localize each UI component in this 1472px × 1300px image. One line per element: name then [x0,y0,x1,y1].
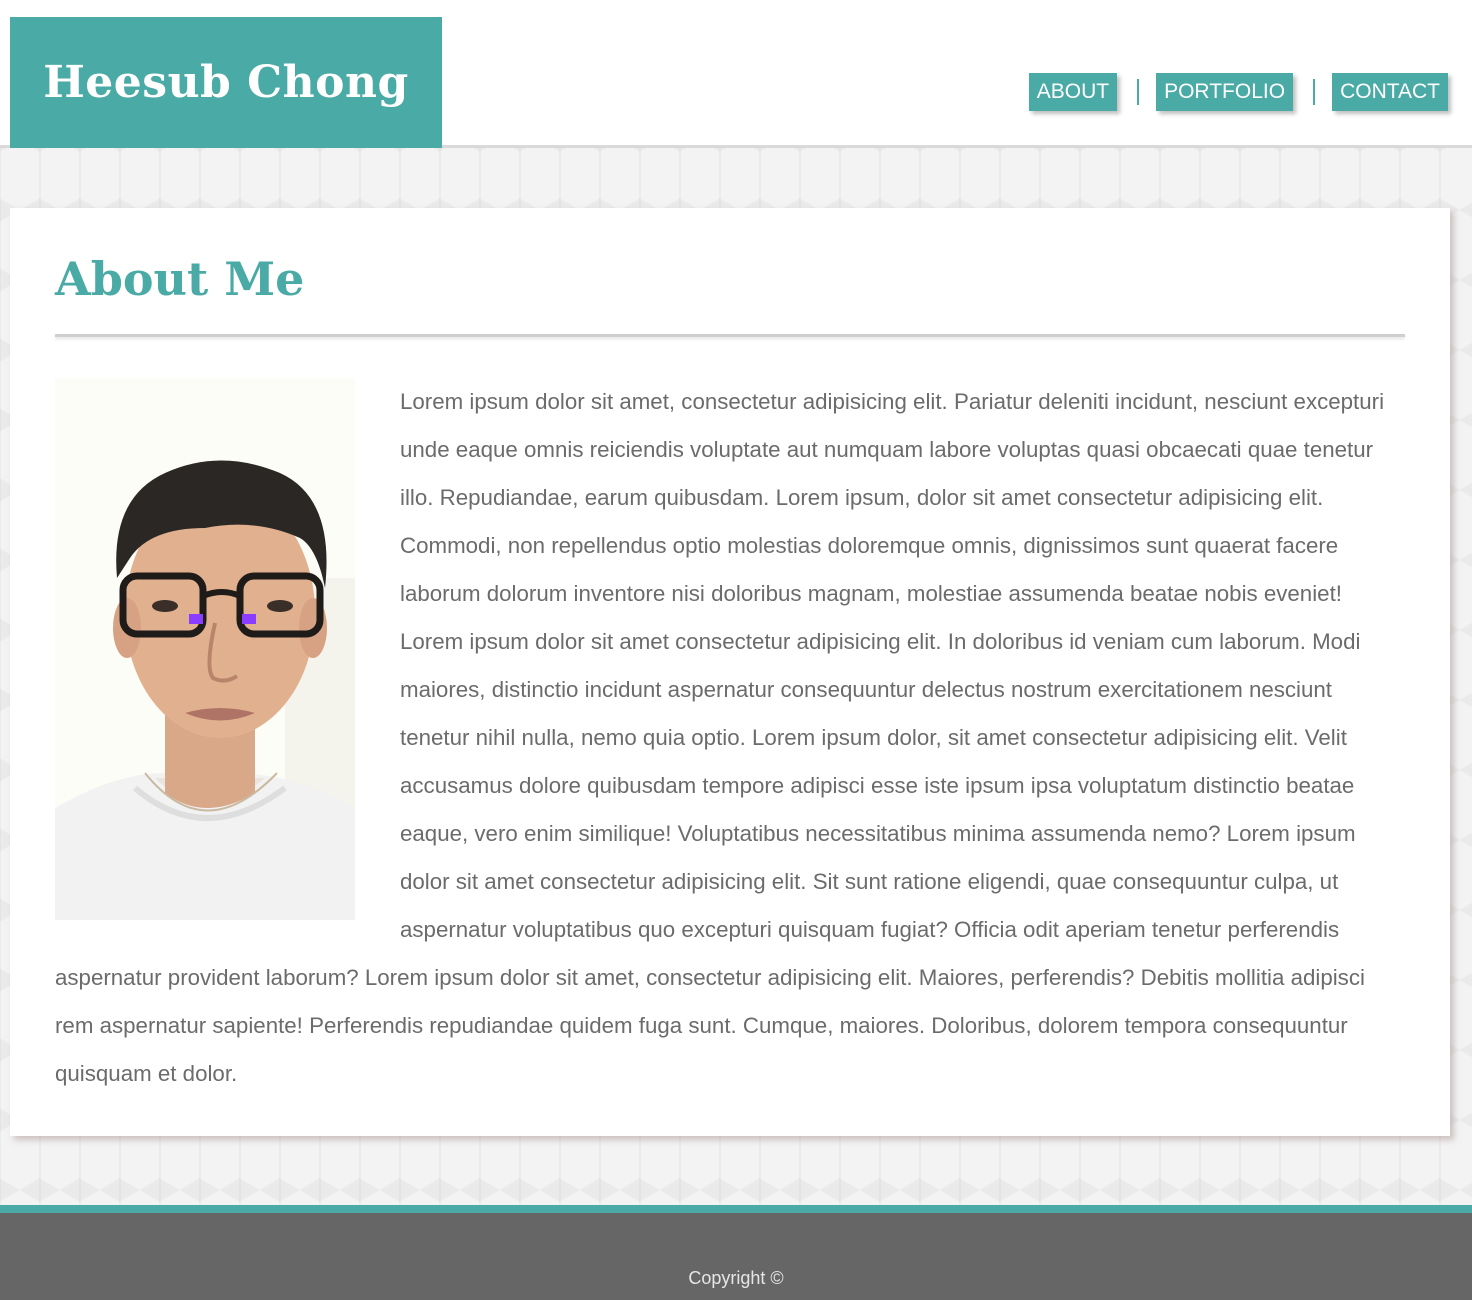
logo[interactable]: Heesub Chong [10,17,442,148]
about-card: About Me Lorem ipsum dolor sit amet, con… [10,208,1450,1136]
site-footer: Copyright © [0,1205,1472,1300]
about-content: Lorem ipsum dolor sit amet, consectetur … [55,378,1407,1098]
page-title: About Me [55,252,305,306]
site-header: Heesub Chong ABOUT PORTFOLIO CONTACT [0,0,1472,148]
profile-photo [55,378,355,920]
copyright-text: Copyright © [688,1268,784,1288]
nav-separator [1313,79,1316,105]
title-divider [55,334,1405,337]
logo-text: Heesub Chong [43,57,409,108]
nav-separator [1137,79,1140,105]
profile-photo-illustration [55,378,355,920]
main-nav: ABOUT PORTFOLIO CONTACT [1028,73,1448,111]
nav-about-link[interactable]: ABOUT [1028,73,1118,111]
nav-portfolio-link[interactable]: PORTFOLIO [1156,73,1294,111]
nav-contact-link[interactable]: CONTACT [1332,73,1448,111]
